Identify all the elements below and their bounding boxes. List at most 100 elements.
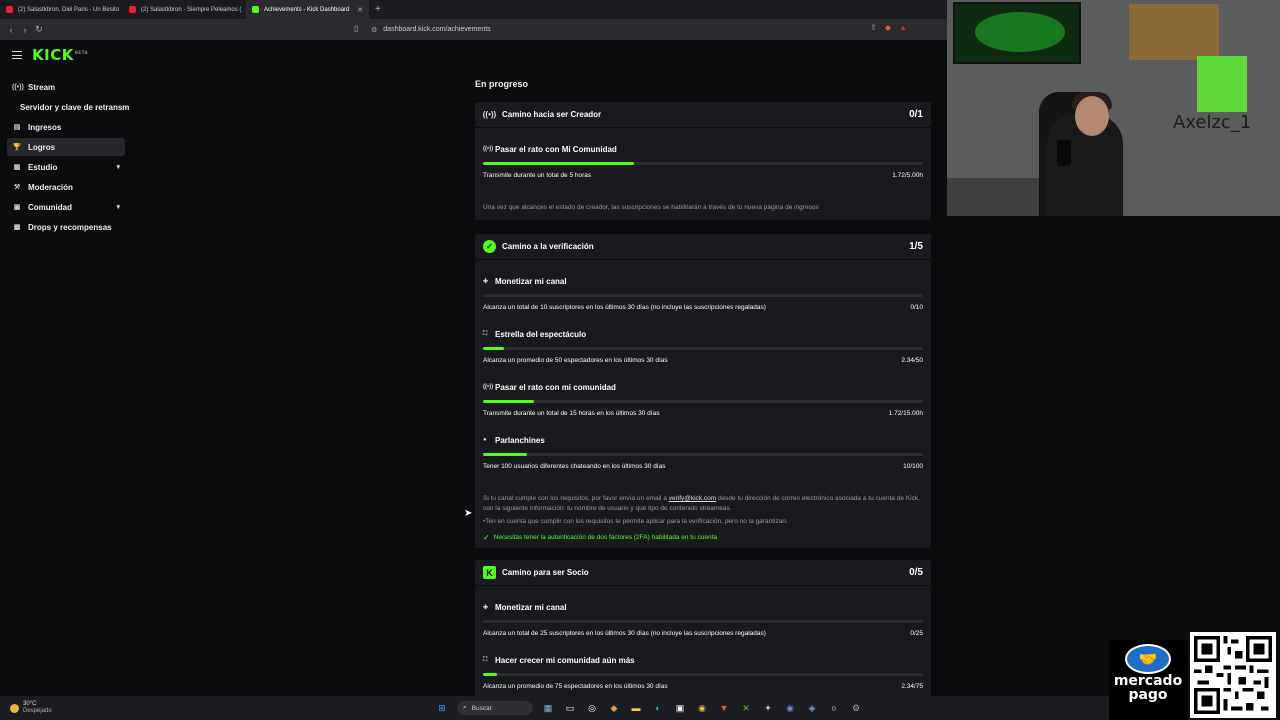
back-icon[interactable]: ‹ <box>4 25 18 35</box>
windows-taskbar: 30°C Despejado ⊞ ⌕ Buscar ▦ ▭ ◎ ◆ ▬ ◐ ▣ … <box>0 696 1109 720</box>
task-value: 2.34/50 <box>901 357 923 364</box>
tab-label: (2) Salastkbron, Diel Paris - Un Besito <box>18 6 120 13</box>
close-tab-icon[interactable]: ✕ <box>357 6 363 14</box>
twofa-requirement: ✓ Necesitas tener la autenticación de do… <box>483 533 718 542</box>
app-icon[interactable]: ✦ <box>761 701 775 715</box>
task-title: Pasar el rato con Mi Comunidad <box>495 144 617 154</box>
card-title: Camino a la verificación <box>502 242 594 251</box>
bookmark-icon[interactable]: ▯ <box>354 24 358 33</box>
app-icon[interactable]: ◎ <box>585 701 599 715</box>
edge-icon[interactable]: ◐ <box>651 701 665 715</box>
kick-logo-wall <box>1197 56 1247 112</box>
task-item: ⛶ Estrella del espectáculo Alcanza un pro… <box>475 327 931 364</box>
settings-icon[interactable]: ⚙ <box>849 701 863 715</box>
broadcast-icon: ((•)) <box>482 110 497 119</box>
share-icon[interactable]: ⇪ <box>870 23 877 32</box>
shield-icon[interactable]: ◆ <box>885 23 891 32</box>
widgets-icon[interactable]: ▦ <box>541 701 555 715</box>
task-description: Transmite durante un total de 5 horas <box>483 172 592 179</box>
gift-icon: ▩ <box>13 224 21 231</box>
broadcast-icon: ((•)) <box>12 83 24 91</box>
sidebar-item-ingresos[interactable]: ▤ Ingresos <box>7 118 125 136</box>
progress-fill <box>483 673 497 676</box>
sidebar-subitem-server-key[interactable]: Servidor y clave de retransm <box>7 98 129 116</box>
section-title: En progreso <box>475 79 529 89</box>
alert-icon[interactable]: ▲ <box>899 23 907 32</box>
sidebar-item-stream[interactable]: ((•)) Stream <box>7 78 125 96</box>
hammer-icon: ⚒ <box>13 184 21 191</box>
people-icon: ▣ <box>13 204 21 211</box>
weather-widget[interactable]: 30°C Despejado <box>10 701 52 715</box>
browser-tab[interactable]: (2) Salastkbron, Diel Paris - Un Besito … <box>0 0 123 19</box>
sidebar-item-moderacion[interactable]: ⚒ Moderación <box>7 178 125 196</box>
sidebar-item-estudio[interactable]: ▦ Estudio ▾ <box>7 158 125 176</box>
card-note: Si tu canal cumple con los requisitos, p… <box>483 495 920 512</box>
forward-icon[interactable]: › <box>18 25 32 35</box>
tab-label: (2) Salastkbron - Siempre Peleamos ( <box>141 6 242 13</box>
taskbar-search[interactable]: ⌕ Buscar <box>457 701 533 715</box>
verified-badge-icon: ✓ <box>483 240 496 253</box>
progress-bar <box>483 620 923 623</box>
task-item: ✚ Monetizar mi canal Alcanza un total de … <box>475 600 931 637</box>
sidebar-item-comunidad[interactable]: ▣ Comunidad ▾ <box>7 198 125 216</box>
chrome-icon[interactable]: ◉ <box>695 701 709 715</box>
steam-icon[interactable]: ◈ <box>805 701 819 715</box>
trophy-icon: 🏆 <box>12 144 22 151</box>
store-icon[interactable]: ▣ <box>673 701 687 715</box>
wallet-icon: ▤ <box>13 124 21 131</box>
browser-tab-active[interactable]: Achievements - Kick Dashboard ✕ <box>246 0 369 19</box>
obs-icon[interactable]: ○ <box>827 701 841 715</box>
progress-bar <box>483 294 923 297</box>
reload-icon[interactable]: ↻ <box>32 24 46 35</box>
viewers-icon: ⛶ <box>483 330 488 337</box>
card-count: 0/5 <box>909 567 923 578</box>
windows-start-icon[interactable]: ⊞ <box>435 701 449 715</box>
brave-icon[interactable]: ▼ <box>717 701 731 715</box>
task-title: Monetizar mi canal <box>495 602 567 612</box>
card-note-disclaimer: •Ten en cuenta que cumplir con los requi… <box>483 518 788 525</box>
task-value: 2.34/75 <box>901 683 923 690</box>
file-explorer-icon[interactable]: ▬ <box>629 701 643 715</box>
broadcast-icon: ((•)) <box>483 146 494 152</box>
search-icon: ⌕ <box>463 704 467 711</box>
chevron-down-icon: ▾ <box>116 164 120 171</box>
task-title: Hacer crecer mi comunidad aún más <box>495 655 635 665</box>
discord-icon[interactable]: ◉ <box>783 701 797 715</box>
task-item: ● Parlanchines Tener 100 usuarios diferen… <box>475 433 931 470</box>
achievement-card-verification: ✓ Camino a la verificación 1/5 ✚ Monetiza… <box>475 234 931 548</box>
progress-bar <box>483 400 923 403</box>
youtube-favicon-icon <box>129 6 136 13</box>
task-description: Tener 100 usuarios diferentes chateando … <box>483 463 666 470</box>
youtube-favicon-icon <box>6 6 13 13</box>
kick-k-icon: K <box>483 566 496 579</box>
site-info-icon[interactable]: ⚙ <box>371 26 377 34</box>
webcam-overlay: Axelzc_1 <box>947 0 1280 216</box>
task-description: Alcanza un total de 10 suscriptores en l… <box>483 304 766 311</box>
task-description: Alcanza un promedio de 50 espectadores e… <box>483 357 668 364</box>
xbox-icon[interactable]: ✕ <box>739 701 753 715</box>
sidebar-item-drops[interactable]: ▩ Drops y recompensas <box>7 218 125 236</box>
task-title: Pasar el rato con mi comunidad <box>495 382 616 392</box>
mouse-cursor-icon: ➤ <box>464 508 473 519</box>
address-bar[interactable]: ⚙ dashboard.kick.com/achievements <box>371 23 911 36</box>
card-title: Camino hacia ser Creador <box>502 110 602 119</box>
sidebar-item-logros[interactable]: 🏆 Logros <box>7 138 125 156</box>
kick-logo[interactable]: KICKBETA <box>32 46 88 64</box>
card-header: K Camino para ser Socio 0/5 <box>475 560 931 586</box>
card-title: Camino para ser Socio <box>502 568 589 577</box>
monetize-icon: ✚ <box>483 278 489 285</box>
achievement-card-partner: K Camino para ser Socio 0/5 ✚ Monetizar m… <box>475 560 931 700</box>
verify-email-link[interactable]: verify@kick.com <box>669 495 716 502</box>
task-value: 0/10 <box>910 304 923 311</box>
menu-icon[interactable] <box>12 51 22 59</box>
task-item: ((•)) Pasar el rato con Mi Comunidad Tran… <box>475 142 931 179</box>
task-item: ((•)) Pasar el rato con mi comunidad Tran… <box>475 380 931 417</box>
broadcast-icon: ((•)) <box>483 384 494 390</box>
task-item: ✚ Monetizar mi canal Alcanza un total de … <box>475 274 931 311</box>
browser-tab[interactable]: (2) Salastkbron - Siempre Peleamos ( ✕ <box>123 0 246 19</box>
task-view-icon[interactable]: ▭ <box>563 701 577 715</box>
app-icon[interactable]: ◆ <box>607 701 621 715</box>
sidebar: ((•)) Stream Servidor y clave de retrans… <box>7 78 129 238</box>
new-tab-icon[interactable]: + <box>369 4 387 15</box>
task-description: Alcanza un promedio de 75 espectadores e… <box>483 683 668 690</box>
